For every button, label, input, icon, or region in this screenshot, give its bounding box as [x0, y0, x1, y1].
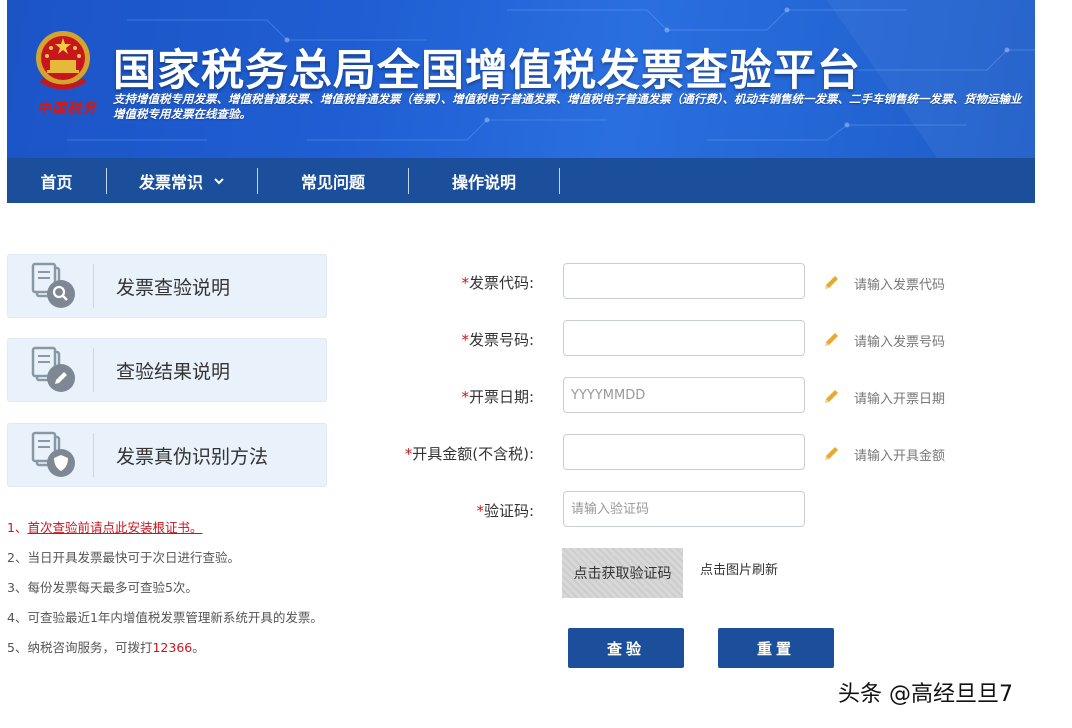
note-item-4: 4、可查验最近1年内增值税发票管理新系统开具的发票。	[7, 610, 323, 625]
pencil-icon	[825, 276, 838, 289]
verify-button[interactable]: 查验	[568, 628, 684, 668]
pencil-icon	[825, 390, 838, 403]
amount-hint: 请输入开具金额	[854, 449, 946, 464]
card-invoice-verification-guide[interactable]: 发票查验说明	[7, 254, 327, 318]
main-navbar: 首页 发票常识 常见问题 操作说明	[7, 158, 1035, 203]
note-index: 1、	[7, 520, 28, 535]
invoice-code-hint: 请输入发票代码	[854, 278, 946, 293]
card-label: 发票真伪识别方法	[116, 445, 269, 468]
pencil-icon	[825, 447, 838, 460]
amount-label: *开具金额(不含税):	[404, 445, 534, 463]
install-root-cert-link[interactable]: 首次查验前请点此安装根证书。	[27, 520, 202, 535]
card-authenticity-methods[interactable]: 发票真伪识别方法	[7, 423, 327, 487]
nav-faq[interactable]: 常见问题	[258, 167, 409, 194]
watermark: 头条 @高经旦旦7	[838, 682, 1013, 707]
nav-faq-label: 常见问题	[300, 172, 365, 192]
invoice-code-label: *发票代码:	[461, 274, 534, 292]
card-divider	[93, 433, 94, 477]
document-edit-icon	[31, 346, 75, 392]
captcha-label: *验证码:	[476, 502, 534, 520]
invoice-number-input[interactable]	[563, 320, 805, 356]
document-shield-icon	[31, 431, 75, 477]
amount-input[interactable]	[563, 434, 805, 470]
issue-date-hint: 请输入开票日期	[854, 392, 946, 407]
card-label: 查验结果说明	[116, 360, 231, 383]
card-divider	[93, 264, 94, 308]
national-emblem-icon	[36, 31, 90, 90]
note-item-3: 3、每份发票每天最多可查验5次。	[7, 580, 198, 595]
card-label: 发票查验说明	[116, 276, 231, 299]
nav-invoice-knowledge-label: 发票常识	[138, 172, 203, 192]
captcha-image[interactable]: 点击获取验证码	[562, 548, 683, 598]
invoice-code-input[interactable]	[563, 263, 805, 299]
document-search-icon	[31, 262, 75, 308]
note-text: 5、纳税咨询服务，可拨打	[7, 640, 153, 655]
card-divider	[93, 348, 94, 392]
note-item-5: 5、纳税咨询服务，可拨打12366。	[7, 638, 387, 668]
hotline-number: 12366	[152, 640, 193, 655]
nav-instructions-label: 操作说明	[451, 172, 516, 192]
chevron-down-icon	[214, 177, 224, 184]
nav-invoice-knowledge[interactable]: 发票常识	[107, 167, 258, 194]
nav-home-label: 首页	[40, 172, 73, 192]
tax-seal-text: 中国税务	[37, 101, 97, 117]
captcha-refresh-tip: 点击图片刷新	[700, 563, 779, 578]
captcha-input[interactable]	[563, 491, 805, 527]
reset-button[interactable]: 重置	[718, 628, 834, 668]
pencil-icon	[825, 333, 838, 346]
issue-date-input[interactable]	[563, 377, 805, 413]
note-item-2: 2、当日开具发票最快可于次日进行查验。	[7, 550, 240, 565]
header-banner: 中国税务 国家税务总局全国增值税发票查验平台 支持增值税专用发票、增值税普通发票…	[7, 0, 1035, 158]
card-verification-result-guide[interactable]: 查验结果说明	[7, 338, 327, 402]
nav-home[interactable]: 首页	[7, 167, 107, 194]
invoice-number-label: *发票号码:	[461, 331, 534, 349]
nav-instructions[interactable]: 操作说明	[409, 167, 560, 194]
invoice-number-hint: 请输入发票号码	[854, 335, 946, 350]
site-subtitle: 支持增值税专用发票、增值税普通发票、增值税普通发票（卷票）、增值税电子普通发票、…	[113, 92, 1022, 121]
note-text: 。	[192, 640, 205, 655]
notes-list: 1、首次查验前请点此安装根证书。 2、当日开具发票最快可于次日进行查验。 3、每…	[7, 518, 387, 668]
issue-date-label: *开票日期:	[461, 388, 534, 406]
note-item-1: 1、首次查验前请点此安装根证书。	[7, 518, 387, 548]
site-title: 国家税务总局全国增值税发票查验平台	[113, 47, 861, 95]
